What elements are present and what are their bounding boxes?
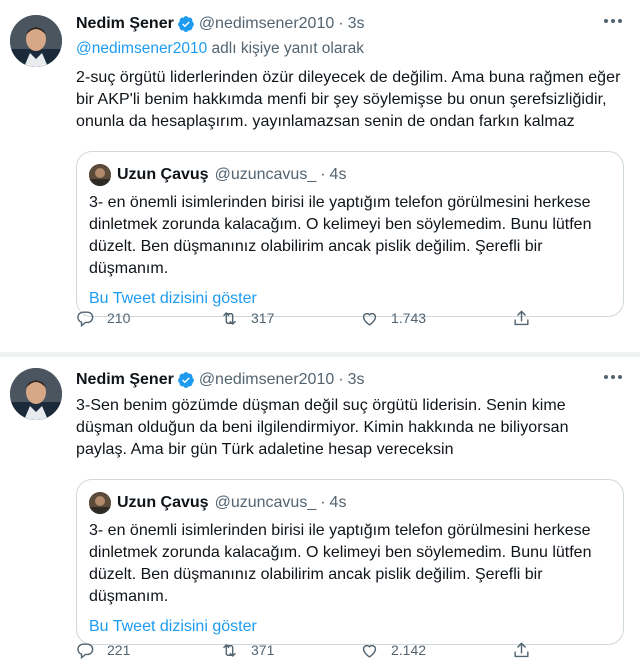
like-icon: [362, 644, 377, 658]
retweet-count: 371: [251, 642, 275, 658]
tweet-text: 2-suç örgütü liderlerinden özür dileyece…: [76, 69, 621, 130]
quoted-author-name: Uzun Çavuş: [117, 166, 209, 183]
separator-dot: ·: [320, 494, 326, 511]
separator-dot: ·: [338, 15, 344, 32]
author-name[interactable]: Nedim Şener: [76, 371, 174, 389]
like-button[interactable]: 2.142: [360, 641, 426, 660]
share-icon: [514, 642, 529, 657]
verified-badge-icon: [177, 372, 194, 388]
share-button[interactable]: [512, 309, 531, 328]
retweet-icon: [223, 311, 236, 325]
more-options-icon[interactable]: [602, 14, 624, 29]
tweet-text: 3-Sen benim gözümde düşman değil suç örg…: [76, 397, 569, 458]
retweet-button[interactable]: 371: [220, 641, 274, 660]
quoted-tweet-time: 4s: [329, 166, 347, 183]
tweet-time[interactable]: 3s: [348, 15, 365, 33]
quoted-author-avatar: [89, 492, 111, 514]
reply-button[interactable]: 221: [76, 641, 130, 660]
share-icon: [514, 310, 529, 325]
like-icon: [362, 312, 377, 326]
quoted-author-handle: @uzuncavus_: [214, 494, 317, 511]
author-handle[interactable]: @nedimsener2010: [199, 371, 334, 389]
more-options-icon[interactable]: [602, 370, 624, 385]
quoted-author-name: Uzun Çavuş: [117, 494, 209, 511]
quoted-tweet-time: 4s: [329, 494, 347, 511]
author-name[interactable]: Nedim Şener: [76, 15, 174, 33]
tweet-time[interactable]: 3s: [348, 371, 365, 389]
tweet[interactable]: Nedim Şener @nedimsener2010 · 3s @nedims…: [0, 0, 640, 352]
author-avatar[interactable]: [10, 368, 62, 420]
retweet-count: 317: [251, 310, 275, 326]
tweet[interactable]: Nedim Şener @nedimsener2010 · 3s 3-Sen b…: [0, 357, 640, 672]
show-thread-link[interactable]: Bu Tweet dizisini göster: [89, 290, 611, 308]
quoted-tweet[interactable]: Uzun Çavuş @uzuncavus_ · 4s 3- en önemli…: [76, 151, 624, 317]
reply-button[interactable]: 210: [76, 309, 130, 328]
reply-icon: [77, 642, 94, 659]
separator-dot: ·: [320, 166, 326, 183]
verified-badge-icon: [177, 16, 194, 32]
quoted-tweet-text: 3- en önemli isimlerinden birisi ile yap…: [89, 194, 592, 277]
reply-to-handle-link[interactable]: @nedimsener2010: [76, 40, 207, 57]
quoted-tweet[interactable]: Uzun Çavuş @uzuncavus_ · 4s 3- en önemli…: [76, 479, 624, 645]
reply-count: 210: [107, 310, 131, 326]
reply-context: @nedimsener2010 adlı kişiye yanıt olarak: [76, 40, 624, 62]
quoted-tweet-text: 3- en önemli isimlerinden birisi ile yap…: [89, 522, 592, 605]
share-button[interactable]: [512, 641, 531, 660]
show-thread-link[interactable]: Bu Tweet dizisini göster: [89, 618, 611, 636]
quoted-author-handle: @uzuncavus_: [214, 166, 317, 183]
like-count: 2.142: [391, 642, 427, 658]
retweet-button[interactable]: 317: [220, 309, 274, 328]
like-count: 1.743: [391, 310, 427, 326]
like-button[interactable]: 1.743: [360, 309, 426, 328]
reply-suffix: adlı kişiye yanıt olarak: [211, 40, 365, 57]
retweet-icon: [223, 643, 236, 657]
reply-icon: [77, 310, 94, 327]
author-avatar[interactable]: [10, 15, 62, 67]
author-handle[interactable]: @nedimsener2010: [199, 15, 334, 33]
reply-count: 221: [107, 642, 131, 658]
quoted-author-avatar: [89, 164, 111, 186]
separator-dot: ·: [338, 371, 344, 388]
